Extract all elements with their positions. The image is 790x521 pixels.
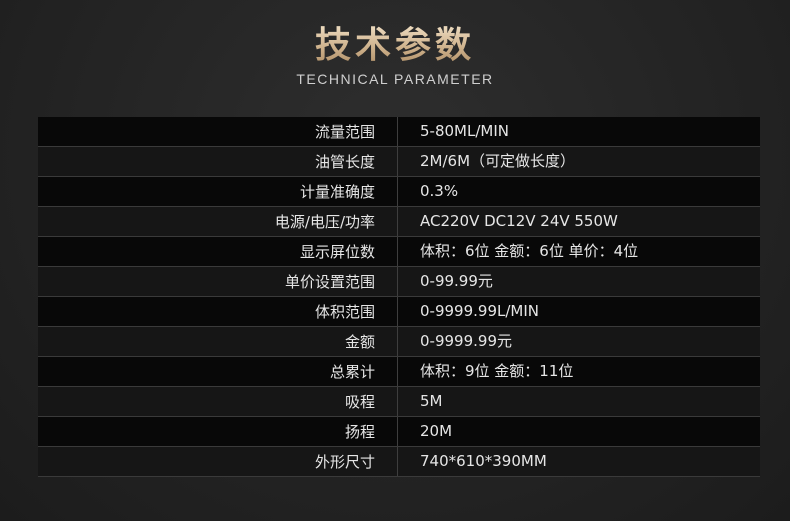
spec-table: 流量范围 5-80ML/MIN 油管长度 2M/6M（可定做长度） 计量准确度 … <box>38 117 760 477</box>
spec-value: 740*610*390MM <box>420 452 547 470</box>
spec-value: 0-99.99元 <box>420 272 493 290</box>
spec-row-amount: 金额 0-9999.99元 <box>38 327 760 357</box>
spec-value: 5M <box>420 392 443 410</box>
spec-label: 显示屏位数 <box>38 237 398 266</box>
spec-row-display-digits: 显示屏位数 体积：6位 金额：6位 单价：4位 <box>38 237 760 267</box>
spec-label: 金额 <box>38 327 398 356</box>
spec-label: 油管长度 <box>38 147 398 176</box>
spec-row-dimensions: 外形尺寸 740*610*390MM <box>38 447 760 477</box>
page-subtitle: TECHNICAL PARAMETER <box>296 71 494 87</box>
page-title: 技术参数 <box>0 22 790 70</box>
spec-label: 计量准确度 <box>38 177 398 206</box>
spec-value: 20M <box>420 422 453 440</box>
spec-label: 扬程 <box>38 417 398 446</box>
spec-row-head: 扬程 20M <box>38 417 760 447</box>
spec-row-power: 电源/电压/功率 AC220V DC12V 24V 550W <box>38 207 760 237</box>
spec-value: 0.3% <box>420 182 459 200</box>
spec-value: 2M/6M（可定做长度） <box>420 152 576 170</box>
spec-value: 0-9999.99元 <box>420 332 512 350</box>
spec-value: 体积：9位 金额：11位 <box>420 362 574 380</box>
spec-label: 电源/电压/功率 <box>38 207 398 236</box>
spec-row-suction-lift: 吸程 5M <box>38 387 760 417</box>
spec-value: 体积：6位 金额：6位 单价：4位 <box>420 242 639 260</box>
spec-value: 0-9999.99L/MIN <box>420 302 539 320</box>
spec-row-unit-price-range: 单价设置范围 0-99.99元 <box>38 267 760 297</box>
spec-label: 流量范围 <box>38 117 398 146</box>
spec-row-total: 总累计 体积：9位 金额：11位 <box>38 357 760 387</box>
spec-row-hose-length: 油管长度 2M/6M（可定做长度） <box>38 147 760 177</box>
spec-label: 吸程 <box>38 387 398 416</box>
spec-value: 5-80ML/MIN <box>420 122 509 140</box>
spec-label: 体积范围 <box>38 297 398 326</box>
spec-label: 外形尺寸 <box>38 447 398 476</box>
spec-row-volume-range: 体积范围 0-9999.99L/MIN <box>38 297 760 327</box>
spec-value: AC220V DC12V 24V 550W <box>420 212 618 230</box>
page-header: 技术参数 TECHNICAL PARAMETER <box>0 22 790 88</box>
spec-row-flow-range: 流量范围 5-80ML/MIN <box>38 117 760 147</box>
spec-label: 单价设置范围 <box>38 267 398 296</box>
spec-row-accuracy: 计量准确度 0.3% <box>38 177 760 207</box>
spec-label: 总累计 <box>38 357 398 386</box>
